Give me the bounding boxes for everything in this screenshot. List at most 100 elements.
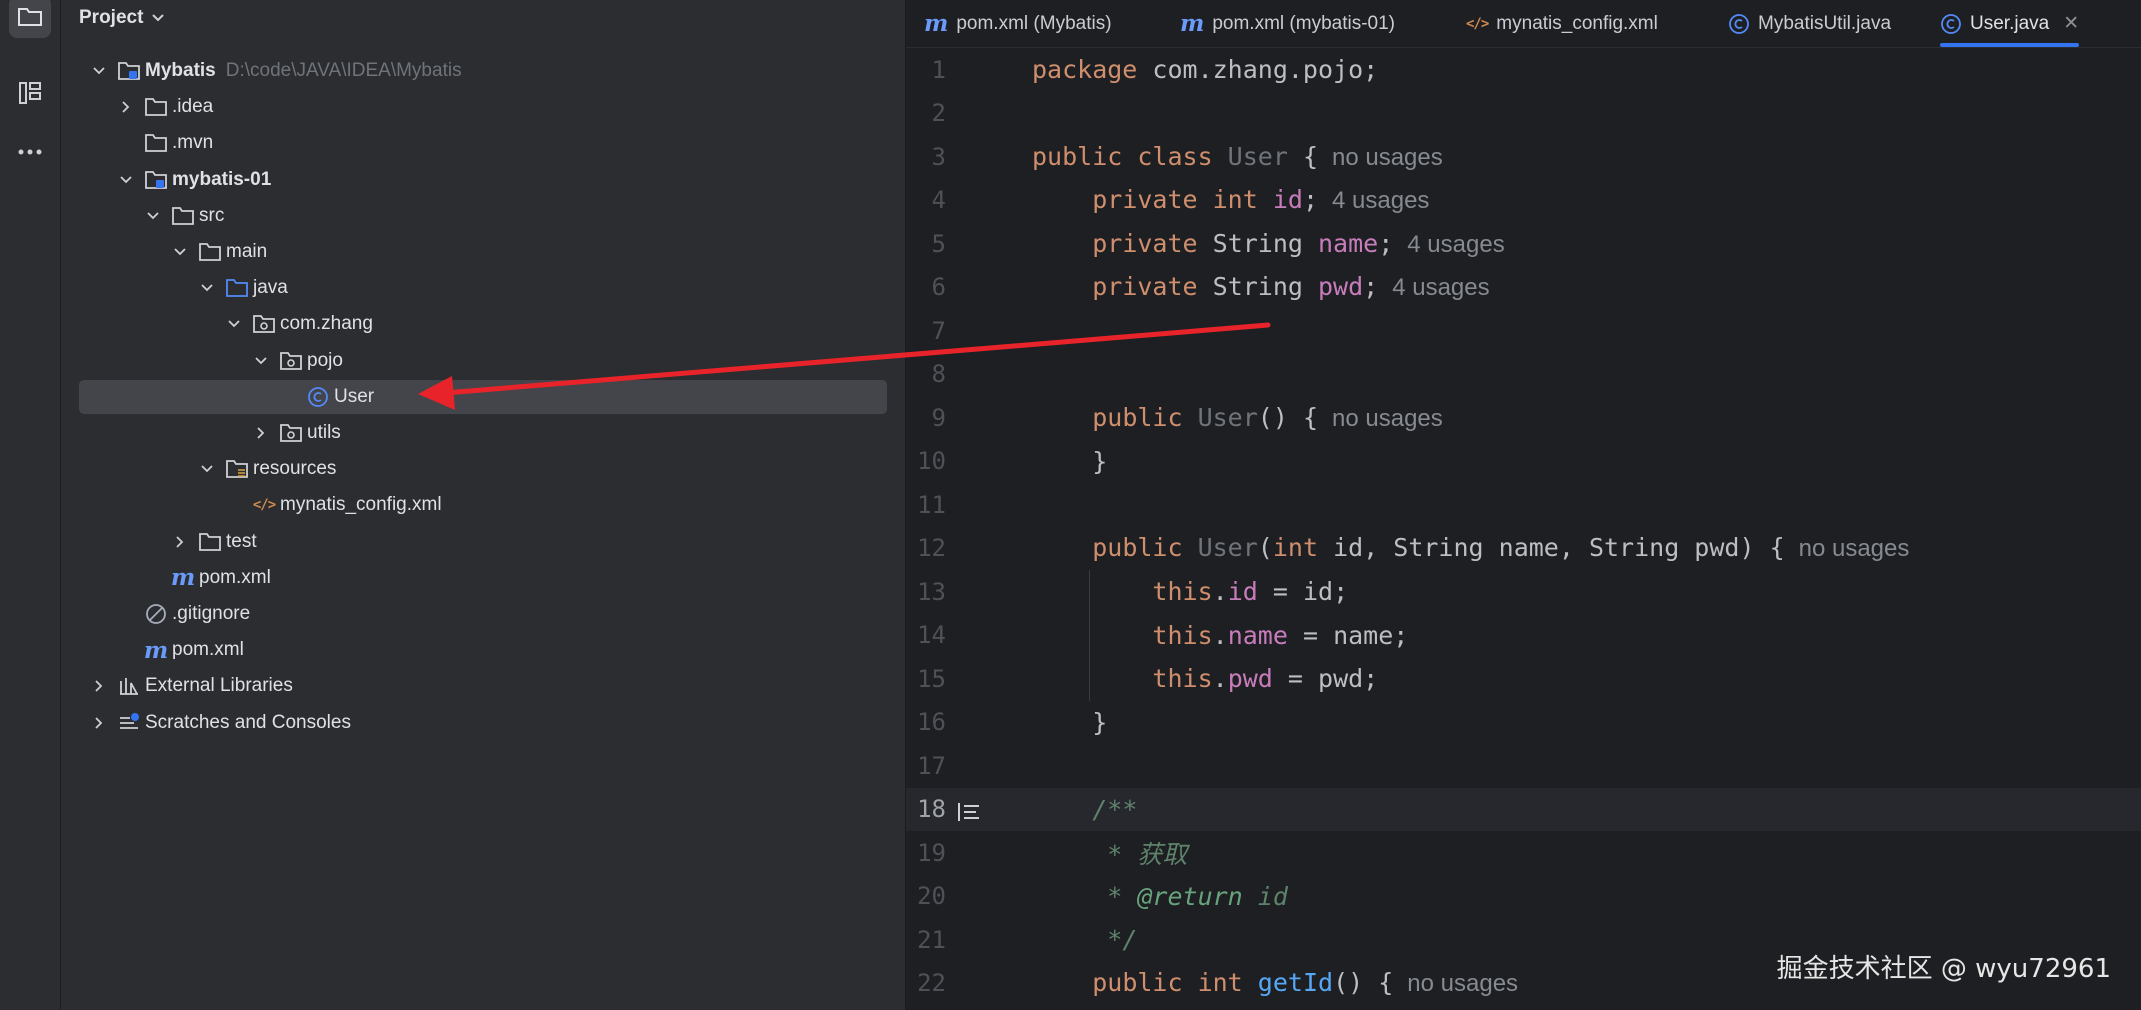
- line-number: 10: [917, 447, 946, 475]
- code-line: 5 private String name; 4 usages: [906, 222, 2141, 265]
- structure-tool-button[interactable]: [9, 72, 51, 114]
- tree-node-scratches[interactable]: Scratches and Consoles: [79, 706, 887, 740]
- chevron-right-icon[interactable]: [91, 678, 107, 694]
- tree-node-user[interactable]: User: [79, 379, 887, 414]
- code-line: 8: [906, 353, 2141, 396]
- code-line: 10 }: [906, 440, 2141, 483]
- usages-hint[interactable]: 4 usages: [1392, 274, 1489, 301]
- chevron-down-icon[interactable]: [118, 172, 134, 188]
- code-line: 14 this.name = name;: [906, 614, 2141, 657]
- chevron-right-icon[interactable]: [118, 99, 134, 115]
- tree-node-mybatis[interactable]: Mybatis D:\code\JAVA\IDEA\Mybatis: [79, 54, 887, 88]
- chevron-down-icon[interactable]: [145, 208, 161, 224]
- line-number: 3: [931, 142, 946, 171]
- tree-node-extlibs[interactable]: External Libraries: [79, 669, 887, 703]
- code-token: User: [1197, 533, 1258, 562]
- code-text: private String name; 4 usages: [1032, 228, 1504, 259]
- chevron-down-icon[interactable]: [91, 63, 107, 79]
- tree-node-mvn[interactable]: .mvn: [79, 126, 887, 160]
- editor-tab-label: pom.xml (Mybatis): [956, 12, 1112, 34]
- code-token: .: [1212, 620, 1228, 650]
- tree-node-resources[interactable]: resources: [79, 452, 887, 486]
- line-number: 20: [917, 882, 946, 910]
- tree-node-idea[interactable]: .idea: [79, 90, 887, 124]
- code-token: User: [1227, 141, 1288, 171]
- tree-node-label: pom.xml: [172, 639, 244, 661]
- line-number: 16: [917, 708, 946, 736]
- code-token: name: [1318, 228, 1379, 258]
- tree-node-pojo[interactable]: pojo: [79, 344, 887, 378]
- code-token: }: [1032, 707, 1108, 737]
- code-editor[interactable]: 1 package com.zhang.pojo; 2 3 public class U…: [906, 48, 2141, 1010]
- line-number: 22: [917, 969, 946, 997]
- code-token: private: [1092, 228, 1213, 258]
- usages-hint[interactable]: no usages: [1332, 405, 1443, 432]
- close-icon[interactable]: ✕: [2063, 12, 2079, 35]
- code-text: public User() {no usages: [1032, 403, 1443, 433]
- usages-hint[interactable]: no usages: [1407, 970, 1518, 997]
- code-line: 6 private String pwd; 4 usages: [906, 266, 2141, 309]
- code-token: id: [1242, 881, 1288, 911]
- code-token: (: [1257, 533, 1273, 562]
- tree-node-label: .mvn: [172, 132, 214, 154]
- usages-hint[interactable]: 4 usages: [1407, 231, 1504, 258]
- chevron-right-icon[interactable]: [172, 534, 188, 550]
- scratches-icon: [117, 711, 141, 735]
- project-panel-header[interactable]: Project: [79, 0, 165, 36]
- code-token: String: [1212, 228, 1318, 258]
- toggle-rendered-view-icon[interactable]: [957, 799, 981, 828]
- chevron-down-icon[interactable]: [172, 244, 188, 260]
- usages-hint[interactable]: no usages: [1332, 144, 1443, 171]
- watermark: 掘金技术社区 @ wyu72961: [1776, 954, 2111, 984]
- tree-node-src[interactable]: src: [79, 199, 887, 233]
- tree-node-comzhang[interactable]: com.zhang: [79, 307, 887, 341]
- usages-hint[interactable]: 4 usages: [1332, 187, 1429, 214]
- code-token: id: [1272, 185, 1303, 214]
- tree-node-java[interactable]: java: [79, 271, 887, 305]
- code-token: this: [1152, 664, 1213, 693]
- code-token: .: [1212, 664, 1228, 693]
- editor-tab-2[interactable]: </> mynatis_config.xml: [1466, 0, 1658, 47]
- line-number: 13: [917, 577, 946, 606]
- editor-tab-3[interactable]: MybatisUtil.java: [1728, 0, 1891, 47]
- line-number: 8: [931, 360, 946, 388]
- code-token: public class: [1032, 141, 1228, 171]
- tree-node-main[interactable]: main: [79, 235, 887, 269]
- tree-node-label: main: [226, 241, 268, 262]
- editor-tab-4[interactable]: User.java ✕: [1940, 0, 2080, 47]
- chevron-down-icon[interactable]: [226, 316, 242, 332]
- tree-node-pomroot[interactable]: m pom.xml: [79, 633, 887, 667]
- code-line: 15 this.pwd = pwd;: [906, 657, 2141, 700]
- code-token: this: [1152, 577, 1213, 606]
- tree-node-label: src: [199, 204, 225, 226]
- project-tool-button[interactable]: [9, 0, 51, 38]
- chevron-down-icon[interactable]: [199, 461, 215, 477]
- chevron-right-icon[interactable]: [91, 715, 107, 731]
- tree-node-gitignore[interactable]: .gitignore: [79, 597, 887, 631]
- code-line: 12 public User(int id, String name, Stri…: [906, 527, 2141, 570]
- code-token: User: [1197, 402, 1258, 432]
- folder-icon: [18, 8, 42, 26]
- tree-node-test[interactable]: test: [79, 525, 887, 559]
- code-token: *: [1107, 881, 1138, 911]
- chevron-right-icon[interactable]: [253, 425, 269, 441]
- tree-node-utils[interactable]: utils: [79, 416, 887, 450]
- code-line: 17: [906, 744, 2141, 787]
- code-token: .: [1212, 577, 1228, 606]
- tree-node-mynatisconfig[interactable]: </> mynatis_config.xml: [79, 488, 887, 522]
- more-tools-button[interactable]: [9, 131, 51, 173]
- chevron-down-icon[interactable]: [199, 280, 215, 296]
- usages-hint[interactable]: no usages: [1799, 535, 1910, 562]
- ignore-file-icon: [144, 602, 168, 626]
- editor-tab-0[interactable]: m pom.xml (Mybatis): [924, 0, 1112, 47]
- maven-icon: m: [924, 10, 949, 37]
- tree-node-pomsub[interactable]: m pom.xml: [79, 561, 887, 595]
- tree-node-mybatis01[interactable]: mybatis-01: [79, 163, 887, 197]
- code-text: */: [1032, 925, 1137, 954]
- editor-tab-1[interactable]: m pom.xml (mybatis-01): [1180, 0, 1395, 47]
- code-line: 20 * @return id: [906, 875, 2141, 918]
- chevron-down-icon[interactable]: [253, 353, 269, 369]
